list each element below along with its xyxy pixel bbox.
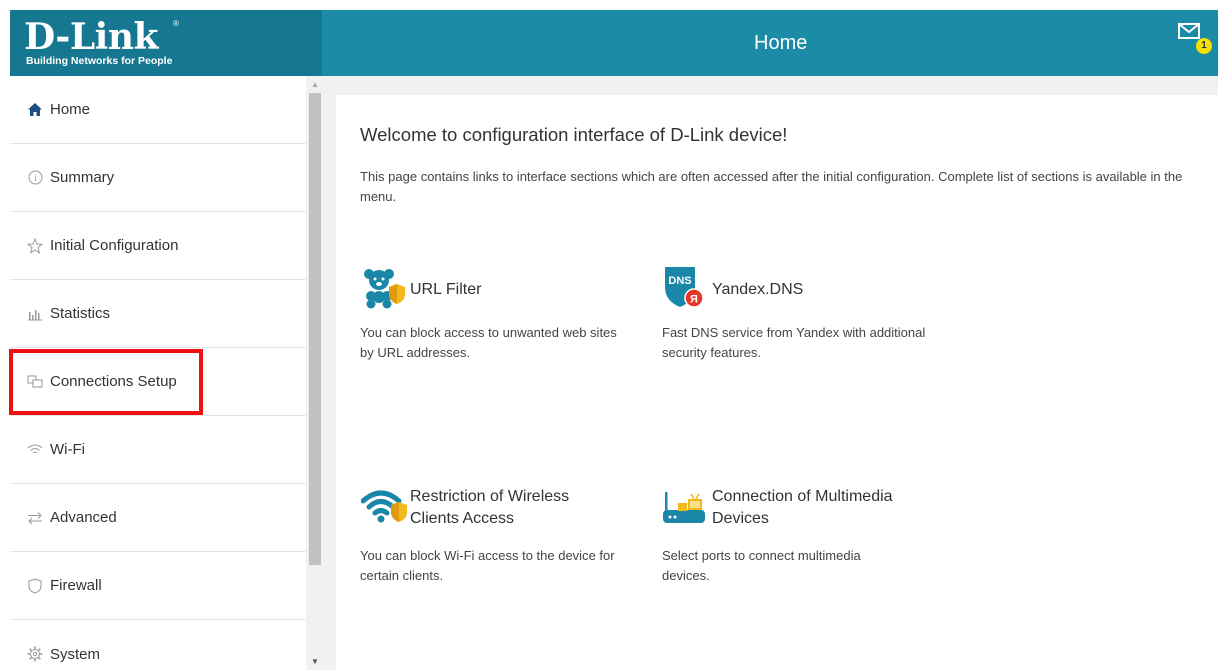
sidebar-item-label: Summary: [50, 169, 115, 186]
sidebar-item-system[interactable]: System: [10, 620, 306, 670]
sidebar-scrollbar[interactable]: ▲ ▼: [306, 76, 324, 670]
yandex-dns-link[interactable]: Yandex.DNS: [712, 279, 803, 301]
scroll-thumb[interactable]: [309, 93, 321, 565]
info-icon: i: [27, 170, 43, 186]
sidebar-item-initial-configuration[interactable]: Initial Configuration: [10, 212, 306, 280]
logo-tagline: Building Networks for People: [26, 55, 173, 67]
wireless-restriction-description: You can block Wi-Fi access to the device…: [360, 548, 615, 583]
sidebar-item-label: Home: [50, 101, 91, 118]
bar-chart-icon: [27, 306, 43, 322]
connections-icon: [27, 374, 43, 390]
sidebar-item-wifi[interactable]: Wi-Fi: [10, 416, 306, 484]
sidebar-item-label: Connections Setup: [50, 373, 177, 390]
welcome-heading: Welcome to configuration interface of D-…: [360, 124, 788, 145]
logo-text: D-Link: [24, 16, 158, 58]
page-title: Home: [754, 32, 808, 54]
sidebar-item-advanced[interactable]: Advanced: [10, 484, 306, 552]
svg-text:i: i: [34, 173, 37, 183]
sidebar-item-firewall[interactable]: Firewall: [10, 552, 306, 620]
sidebar-item-home[interactable]: Home: [10, 76, 306, 144]
logo-registered-mark: ®: [173, 19, 179, 28]
multimedia-devices-link[interactable]: Connection of Multimedia Devices: [712, 486, 932, 530]
wifi-shield-icon[interactable]: [360, 488, 407, 532]
scroll-down-arrow-icon[interactable]: ▼: [306, 653, 324, 670]
page: D-Link ® Building Networks for People Ho…: [0, 0, 1218, 670]
router-tv-icon[interactable]: [662, 490, 706, 534]
star-icon: [27, 237, 43, 254]
dns-shield-icon[interactable]: DNS Я: [663, 265, 707, 309]
shield-icon: [27, 577, 43, 594]
dns-badge-text: DNS: [668, 275, 691, 287]
intro-text: This page contains links to interface se…: [360, 169, 1183, 204]
home-icon: [27, 102, 43, 118]
arrows-icon: [27, 510, 43, 526]
wifi-icon: [27, 442, 43, 458]
notification-badge[interactable]: 1: [1196, 38, 1212, 54]
teddy-bear-shield-icon[interactable]: [361, 266, 405, 310]
top-header: D-Link ® Building Networks for People Ho…: [10, 10, 1218, 76]
sidebar-item-statistics[interactable]: Statistics: [10, 280, 306, 348]
sidebar-item-label: Firewall: [50, 577, 102, 594]
url-filter-link[interactable]: URL Filter: [410, 279, 481, 301]
yandex-badge-text: Я: [690, 294, 698, 306]
wireless-restriction-link[interactable]: Restriction of Wireless Clients Access: [410, 486, 620, 530]
url-filter-description: You can block access to unwanted web sit…: [360, 325, 617, 360]
multimedia-devices-description: Select ports to connect multimedia devic…: [662, 548, 861, 583]
sidebar-item-label: System: [50, 645, 101, 663]
sidebar-item-label: Advanced: [50, 509, 117, 526]
sidebar-item-summary[interactable]: i Summary: [10, 144, 306, 212]
dlink-logo[interactable]: D-Link ® Building Networks for People: [10, 10, 322, 76]
yandex-dns-description: Fast DNS service from Yandex with additi…: [662, 325, 926, 360]
scroll-up-arrow-icon[interactable]: ▲: [306, 76, 324, 93]
sidebar-item-label: Initial Configuration: [50, 237, 179, 254]
sidebar-item-label: Wi-Fi: [50, 441, 85, 458]
sidebar-item-connections-setup[interactable]: Connections Setup: [10, 348, 306, 416]
gear-icon: [27, 646, 43, 662]
sidebar: Home i Summary Initial Configuration Sta…: [10, 76, 306, 670]
sidebar-item-label: Statistics: [50, 305, 111, 322]
